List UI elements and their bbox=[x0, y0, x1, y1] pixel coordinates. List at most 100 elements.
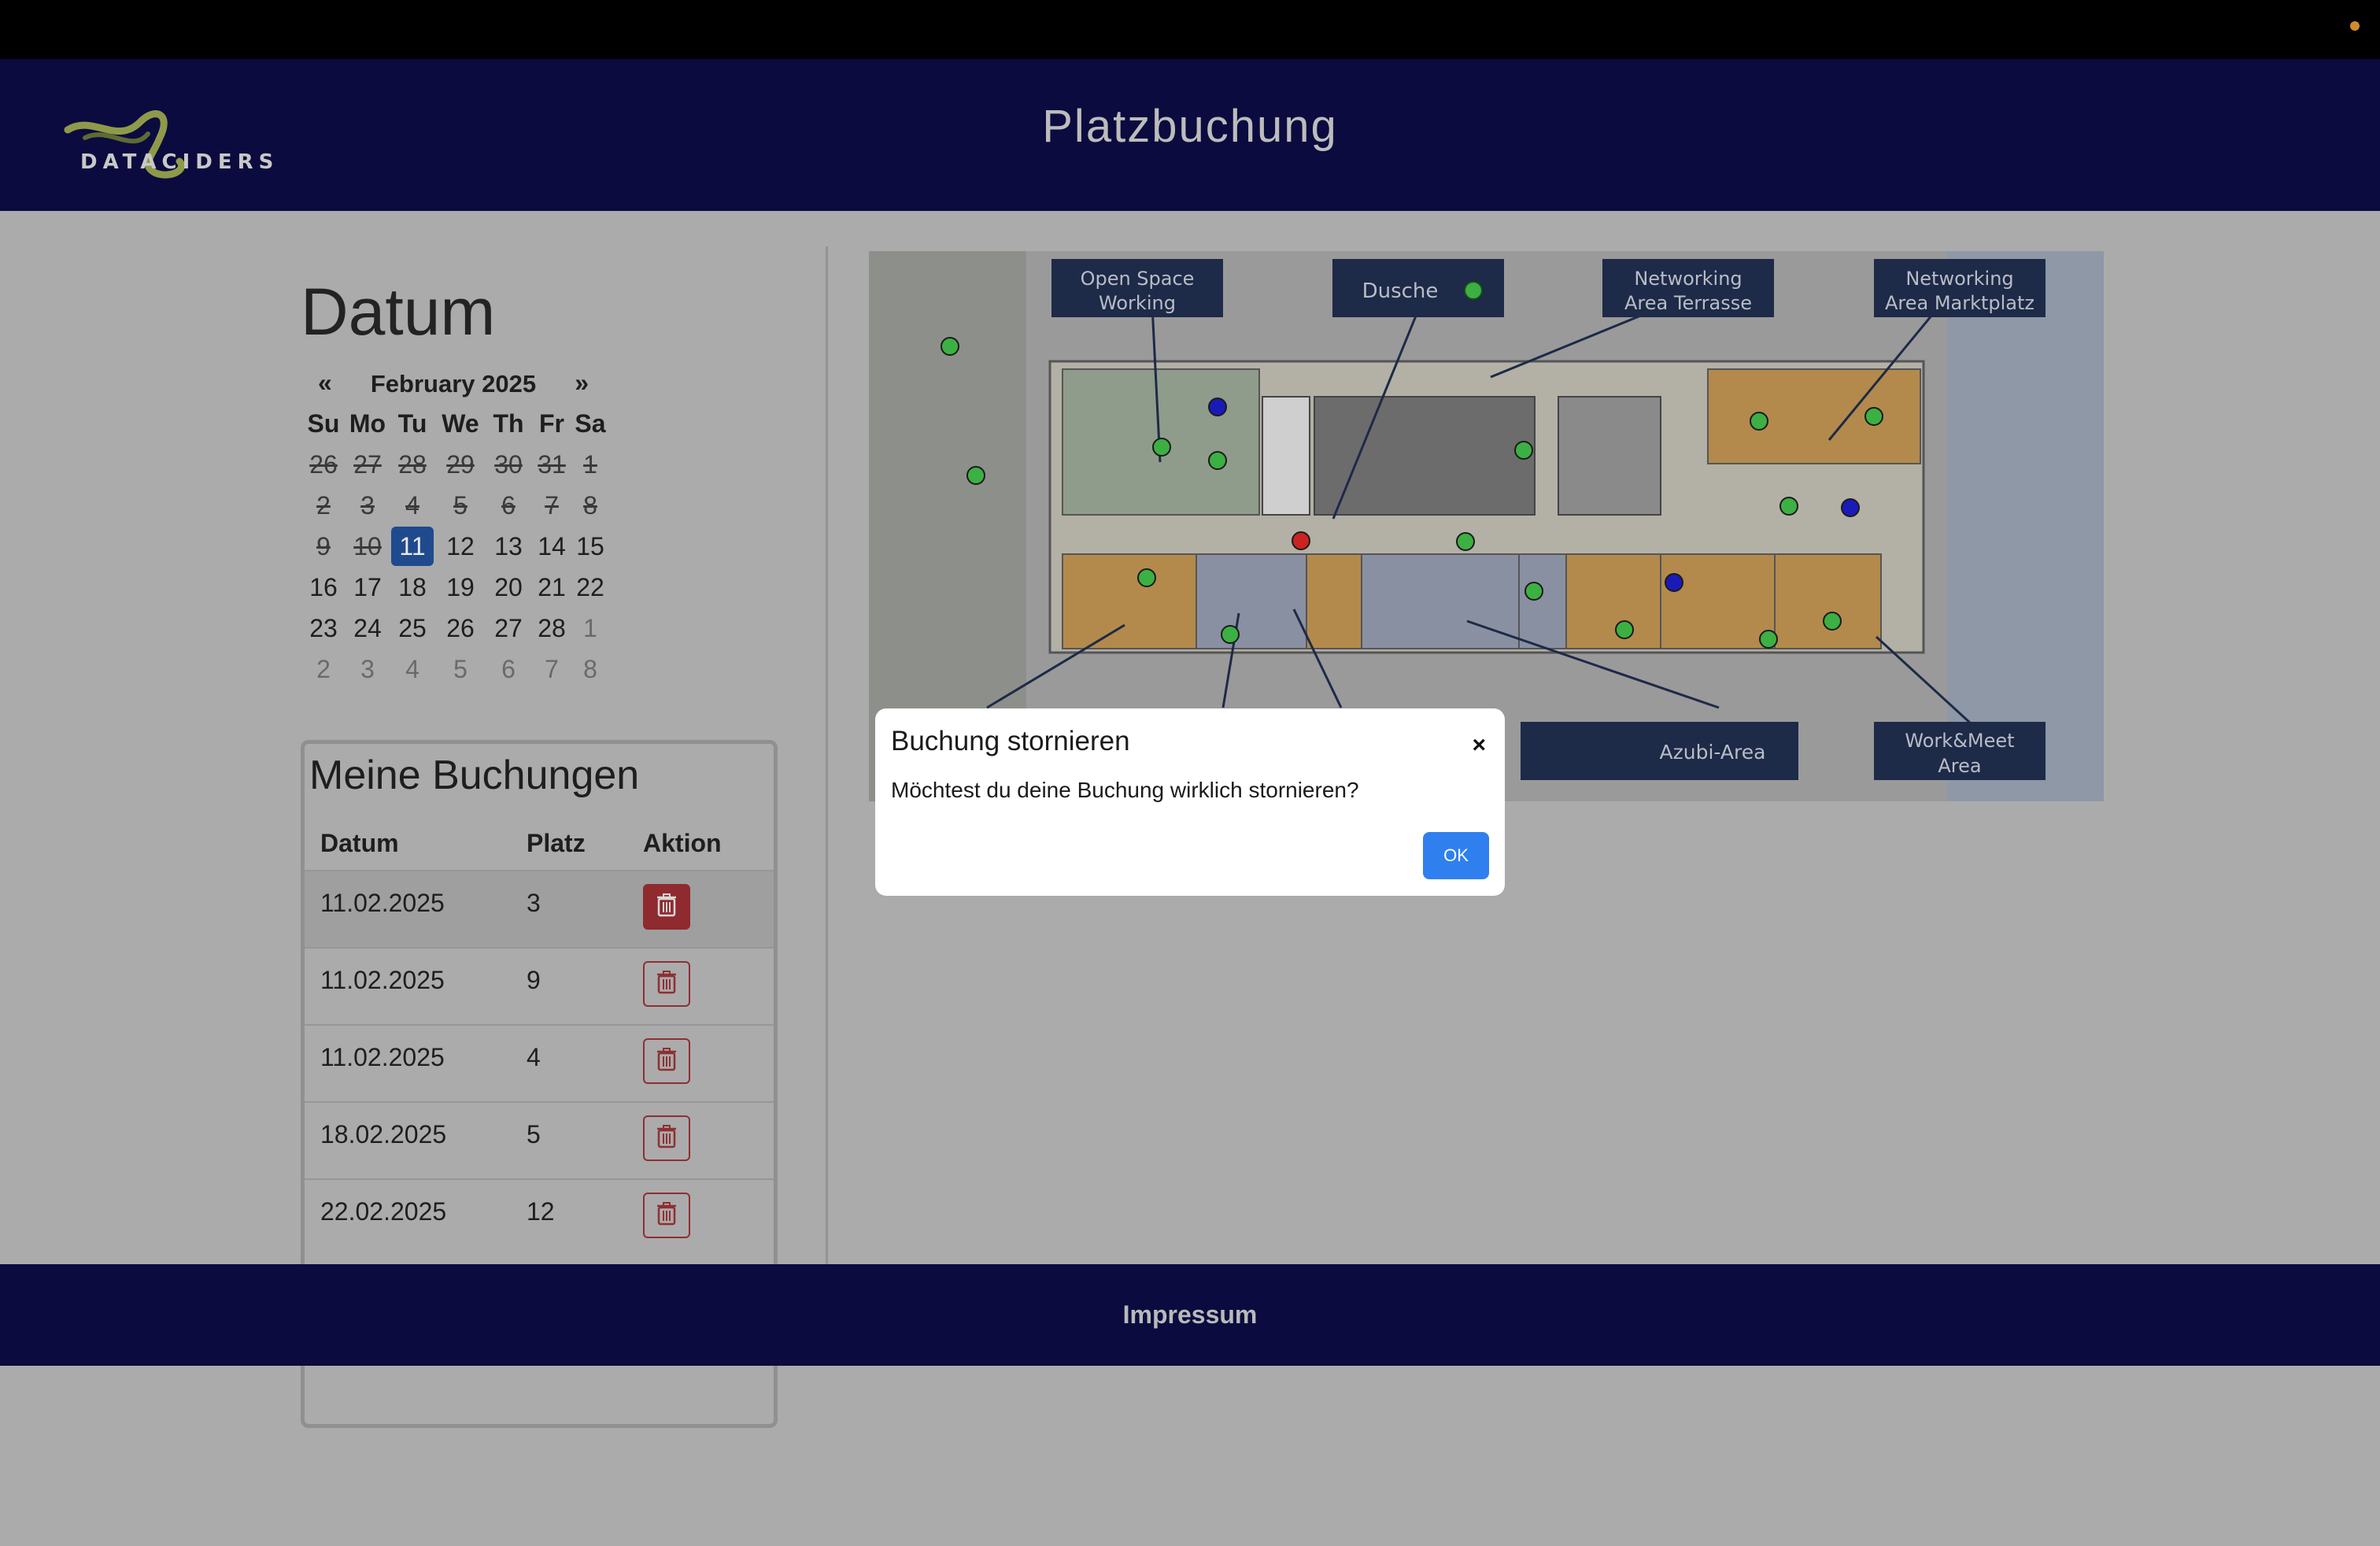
seat-marker-available[interactable] bbox=[1137, 568, 1156, 587]
next-month-button[interactable]: » bbox=[575, 368, 589, 398]
delete-booking-button[interactable] bbox=[643, 1115, 690, 1161]
booking-date: 22.02.2025 bbox=[320, 1197, 447, 1226]
seat-marker-available[interactable] bbox=[1524, 582, 1543, 601]
calendar-day[interactable]: 5 bbox=[436, 649, 485, 690]
calendar-month-label: February 2025 bbox=[370, 370, 537, 398]
calendar-day[interactable]: 8 bbox=[571, 649, 609, 690]
seat-marker-available[interactable] bbox=[1456, 532, 1475, 551]
trash-icon bbox=[656, 1124, 677, 1152]
datum-heading: Datum bbox=[301, 275, 496, 349]
delete-booking-button[interactable] bbox=[643, 961, 690, 1007]
calendar-day[interactable]: 9 bbox=[301, 526, 346, 567]
impressum-link[interactable]: Impressum bbox=[0, 1300, 2380, 1330]
calendar-day[interactable]: 15 bbox=[571, 526, 609, 567]
weekday-header: Sa bbox=[575, 409, 606, 438]
trash-icon bbox=[656, 970, 677, 998]
seat-marker-available[interactable] bbox=[1152, 438, 1171, 457]
logo-text: DATACIDERS bbox=[80, 150, 279, 174]
seat-marker-booked-mine[interactable] bbox=[1665, 573, 1683, 592]
calendar-day[interactable]: 26 bbox=[301, 444, 346, 485]
seat-marker-available[interactable] bbox=[1514, 441, 1533, 460]
booking-date: 11.02.2025 bbox=[320, 889, 445, 917]
calendar-header: « February 2025 » bbox=[301, 362, 606, 403]
calendar-day[interactable]: 8 bbox=[571, 485, 609, 526]
calendar-day[interactable]: 13 bbox=[485, 526, 532, 567]
calendar-day[interactable]: 24 bbox=[346, 608, 389, 649]
booking-seat: 4 bbox=[527, 1043, 541, 1071]
bookings-title: Meine Buchungen bbox=[309, 753, 640, 798]
seat-marker-available[interactable] bbox=[1208, 451, 1227, 470]
calendar-day[interactable]: 6 bbox=[485, 649, 532, 690]
delete-booking-button[interactable] bbox=[643, 884, 690, 930]
calendar-day[interactable]: 28 bbox=[389, 444, 436, 485]
system-top-bar bbox=[0, 0, 2380, 59]
weekday-header: Tu bbox=[397, 409, 427, 438]
seat-marker-available[interactable] bbox=[1779, 497, 1798, 516]
booking-row: 22.02.2025 12 bbox=[305, 1178, 774, 1256]
seat-marker-booked-mine[interactable] bbox=[1208, 398, 1227, 416]
calendar-day[interactable]: 4 bbox=[389, 649, 436, 690]
calendar-day[interactable]: 10 bbox=[346, 526, 389, 567]
booking-date: 18.02.2025 bbox=[320, 1120, 447, 1148]
calendar-day[interactable]: 17 bbox=[346, 567, 389, 608]
delete-booking-button[interactable] bbox=[643, 1193, 690, 1238]
trash-icon bbox=[656, 1047, 677, 1075]
calendar-day[interactable]: 22 bbox=[571, 567, 609, 608]
calendar-day[interactable]: 23 bbox=[301, 608, 346, 649]
vertical-divider bbox=[826, 246, 828, 1270]
calendar-day[interactable]: 16 bbox=[301, 567, 346, 608]
label-azubi-area: Azubi-Area bbox=[1660, 741, 1766, 764]
calendar-day[interactable]: 7 bbox=[532, 485, 571, 526]
seat-marker-available[interactable] bbox=[1221, 625, 1240, 644]
calendar-day[interactable]: 27 bbox=[346, 444, 389, 485]
svg-text:Working: Working bbox=[1099, 292, 1176, 314]
seat-marker-available[interactable] bbox=[966, 466, 985, 485]
calendar-day[interactable]: 5 bbox=[436, 485, 485, 526]
seat-marker-available[interactable] bbox=[1759, 630, 1778, 649]
weekday-header: Th bbox=[493, 409, 524, 438]
calendar-day[interactable]: 3 bbox=[346, 649, 389, 690]
ok-button[interactable]: OK bbox=[1423, 832, 1489, 879]
calendar-day[interactable]: 25 bbox=[389, 608, 436, 649]
calendar-day[interactable]: 30 bbox=[485, 444, 532, 485]
calendar-day[interactable]: 29 bbox=[436, 444, 485, 485]
booking-row: 11.02.2025 3 bbox=[305, 870, 774, 947]
weekday-header: Fr bbox=[539, 409, 564, 438]
delete-booking-button[interactable] bbox=[643, 1038, 690, 1084]
calendar-day[interactable]: 20 bbox=[485, 567, 532, 608]
bookings-table-body[interactable]: 11.02.2025 3 11.02.2025 9 11.02.2025 4 18.02.2… bbox=[305, 870, 774, 1256]
calendar-day[interactable]: 21 bbox=[532, 567, 571, 608]
seat-marker-available[interactable] bbox=[1615, 620, 1634, 639]
calendar-day[interactable]: 2 bbox=[301, 649, 346, 690]
calendar-day[interactable]: 27 bbox=[485, 608, 532, 649]
calendar-day[interactable]: 4 bbox=[389, 485, 436, 526]
calendar-day[interactable]: 14 bbox=[532, 526, 571, 567]
calendar-day[interactable]: 3 bbox=[346, 485, 389, 526]
calendar-day[interactable]: 19 bbox=[436, 567, 485, 608]
calendar-day[interactable]: 31 bbox=[532, 444, 571, 485]
close-icon[interactable]: × bbox=[1472, 732, 1486, 759]
calendar-day[interactable]: 6 bbox=[485, 485, 532, 526]
calendar-day[interactable]: 11 bbox=[389, 526, 436, 567]
calendar-day[interactable]: 28 bbox=[532, 608, 571, 649]
calendar-day[interactable]: 1 bbox=[571, 608, 609, 649]
seat-marker-available[interactable] bbox=[1750, 412, 1768, 431]
calendar-day[interactable]: 12 bbox=[436, 526, 485, 567]
calendar-day[interactable]: 7 bbox=[532, 649, 571, 690]
bookings-table-header: Datum Platz Aktion bbox=[305, 810, 774, 876]
calendar-day[interactable]: 26 bbox=[436, 608, 485, 649]
weekday-header: We bbox=[442, 409, 479, 438]
page-title: Platzbuchung bbox=[1042, 101, 1338, 152]
seat-marker-available[interactable] bbox=[941, 337, 959, 356]
seat-marker-available[interactable] bbox=[1864, 407, 1883, 426]
seat-marker-booked-mine[interactable] bbox=[1841, 498, 1860, 517]
weekday-header: Mo bbox=[349, 409, 386, 438]
calendar-day[interactable]: 2 bbox=[301, 485, 346, 526]
calendar-day[interactable]: 18 bbox=[389, 567, 436, 608]
booking-date: 11.02.2025 bbox=[320, 966, 445, 994]
calendar-day[interactable]: 1 bbox=[571, 444, 609, 485]
app-header: DATACIDERS Platzbuchung bbox=[0, 59, 2380, 211]
seat-marker-booked-other[interactable] bbox=[1292, 531, 1310, 550]
seat-marker-available[interactable] bbox=[1823, 612, 1842, 631]
trash-icon bbox=[656, 1201, 677, 1230]
